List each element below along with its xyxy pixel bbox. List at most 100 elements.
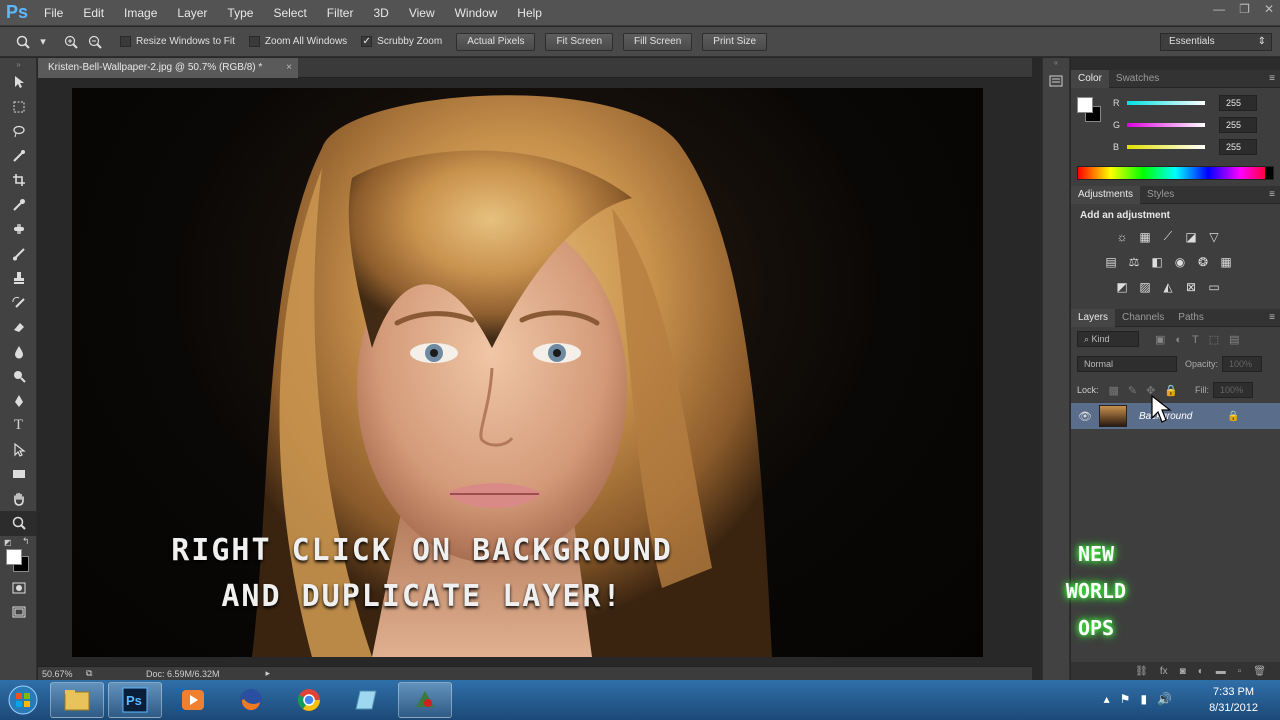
taskbar-photoshop[interactable]: Ps <box>108 682 162 718</box>
status-zoom[interactable]: 50.67% <box>38 669 86 679</box>
slider-track[interactable] <box>1127 145 1205 149</box>
panel-menu-icon[interactable]: ≡ <box>1269 189 1275 200</box>
panel-menu-icon[interactable]: ≡ <box>1269 73 1275 84</box>
fill-screen-button[interactable]: Fill Screen <box>623 32 693 51</box>
document-image[interactable]: RIGHT CLICK ON BACKGROUND AND DUPLICATE … <box>72 88 983 657</box>
collapse-icon[interactable]: « <box>1043 58 1069 70</box>
crop-tool-icon[interactable] <box>0 168 37 193</box>
trash-icon[interactable]: 🗑 <box>1253 666 1266 677</box>
new-layer-icon[interactable]: ▫ <box>1238 666 1242 677</box>
blend-mode-select[interactable]: Normal <box>1077 356 1177 372</box>
tab-channels[interactable]: Channels <box>1115 309 1171 327</box>
taskbar-notepad[interactable] <box>340 682 394 718</box>
zoom-tool-active-icon[interactable] <box>0 511 37 536</box>
black-white-icon[interactable]: ◧ <box>1146 249 1168 274</box>
zoom-out-icon[interactable] <box>86 33 104 51</box>
brush-tool-icon[interactable] <box>0 242 37 267</box>
screen-mode-icon[interactable] <box>0 600 37 625</box>
menu-edit[interactable]: Edit <box>73 0 114 26</box>
slider-track[interactable] <box>1127 101 1205 105</box>
vibrance-triangle-icon[interactable]: ▽ <box>1203 224 1225 249</box>
new-group-icon[interactable]: ▬ <box>1216 666 1226 677</box>
panel-menu-icon[interactable]: ≡ <box>1269 312 1275 323</box>
workspace-select[interactable]: Essentials ⇕ <box>1160 33 1272 51</box>
taskbar-firefox[interactable] <box>224 682 278 718</box>
foreground-color-chip[interactable] <box>1077 97 1093 113</box>
eyedropper-tool-icon[interactable] <box>0 193 37 218</box>
scrubby-zoom-checkbox[interactable]: ✓ Scrubby Zoom <box>361 36 442 47</box>
invert-icon[interactable]: ◩ <box>1111 274 1133 299</box>
curves-icon[interactable]: ⟋ <box>1157 224 1179 249</box>
move-tool-icon[interactable] <box>0 70 37 95</box>
tab-color[interactable]: Color <box>1071 69 1109 88</box>
taskbar-media-player[interactable] <box>166 682 220 718</box>
menu-layer[interactable]: Layer <box>167 0 217 26</box>
start-button[interactable] <box>0 682 46 718</box>
swap-colors-icon[interactable]: ↰ <box>22 536 30 547</box>
zoom-all-windows-checkbox[interactable]: Zoom All Windows <box>248 36 347 47</box>
exposure-icon[interactable]: ◪ <box>1180 224 1202 249</box>
tab-paths[interactable]: Paths <box>1171 309 1211 327</box>
levels-icon[interactable]: ▦ <box>1134 224 1156 249</box>
opacity-input[interactable]: 100% <box>1222 356 1263 372</box>
collapse-icon[interactable]: » <box>0 58 37 70</box>
blue-slider[interactable]: B 255 <box>1071 136 1280 158</box>
close-tab-icon[interactable]: × <box>286 58 292 78</box>
status-menu-icon[interactable]: ▸ <box>266 668 271 679</box>
export-icon[interactable]: ⧉ <box>86 668 146 679</box>
menu-view[interactable]: View <box>399 0 445 26</box>
color-lookup-icon[interactable]: ▦ <box>1215 249 1237 274</box>
eraser-tool-icon[interactable] <box>0 315 37 340</box>
tab-adjustments[interactable]: Adjustments <box>1071 185 1141 204</box>
actual-pixels-button[interactable]: Actual Pixels <box>456 32 536 51</box>
gradient-map-icon[interactable]: ▭ <box>1203 274 1225 299</box>
taskbar-chrome[interactable] <box>282 682 336 718</box>
network-icon[interactable]: ▮ <box>1140 692 1147 706</box>
marquee-tool-icon[interactable] <box>0 95 37 120</box>
tab-swatches[interactable]: Swatches <box>1109 70 1166 88</box>
color-spectrum-ramp[interactable] <box>1077 166 1274 180</box>
close-icon[interactable]: ✕ <box>1264 2 1274 16</box>
taskbar-explorer[interactable] <box>50 682 104 718</box>
quick-mask-icon[interactable] <box>0 576 37 601</box>
foreground-color-swatch[interactable] <box>6 548 22 565</box>
add-mask-icon[interactable]: ◙ <box>1180 666 1186 677</box>
chevron-down-icon[interactable]: ▾ <box>38 33 48 51</box>
menu-3d[interactable]: 3D <box>363 0 398 26</box>
zoom-tool-icon[interactable] <box>14 33 32 51</box>
threshold-icon[interactable]: ◭ <box>1157 274 1179 299</box>
slider-track[interactable] <box>1127 123 1205 127</box>
rectangle-tool-icon[interactable] <box>0 462 37 487</box>
type-tool-icon[interactable]: T <box>0 413 37 438</box>
channel-mixer-icon[interactable]: ❂ <box>1192 249 1214 274</box>
blue-value[interactable]: 255 <box>1219 139 1257 155</box>
green-value[interactable]: 255 <box>1219 117 1257 133</box>
quick-select-tool-icon[interactable] <box>0 144 37 169</box>
gradient-tool-icon[interactable] <box>0 340 37 365</box>
menu-select[interactable]: Select <box>263 0 316 26</box>
layer-filter-kind[interactable]: ⌕ Kind <box>1077 331 1139 347</box>
photo-filter-icon[interactable]: ◉ <box>1169 249 1191 274</box>
healing-brush-tool-icon[interactable] <box>0 217 37 242</box>
resize-windows-checkbox[interactable]: Resize Windows to Fit <box>120 36 235 47</box>
posterize-icon[interactable]: ▨ <box>1134 274 1156 299</box>
new-adjustment-icon[interactable]: ◐ <box>1198 666 1204 677</box>
default-colors-icon[interactable]: ◩ <box>4 538 12 547</box>
hue-saturation-icon[interactable]: ▤ <box>1100 249 1122 274</box>
layer-row-background[interactable]: 👁 Background 🔒 <box>1071 403 1280 429</box>
restore-icon[interactable]: ❐ <box>1239 2 1250 16</box>
green-slider[interactable]: G 255 <box>1071 114 1280 136</box>
pen-tool-icon[interactable] <box>0 389 37 414</box>
history-brush-tool-icon[interactable] <box>0 291 37 316</box>
menu-image[interactable]: Image <box>114 0 167 26</box>
color-balance-icon[interactable]: ⚖ <box>1123 249 1145 274</box>
properties-panel-icon[interactable] <box>1043 70 1069 92</box>
black-chip[interactable] <box>1265 167 1273 179</box>
path-selection-tool-icon[interactable] <box>0 438 37 463</box>
fit-screen-button[interactable]: Fit Screen <box>545 32 614 51</box>
tab-styles[interactable]: Styles <box>1140 186 1181 204</box>
clone-stamp-tool-icon[interactable] <box>0 266 37 291</box>
lasso-tool-icon[interactable] <box>0 119 37 144</box>
filter-type-icons[interactable]: ▣◐T⬚▤ <box>1155 333 1250 346</box>
menu-filter[interactable]: Filter <box>317 0 364 26</box>
